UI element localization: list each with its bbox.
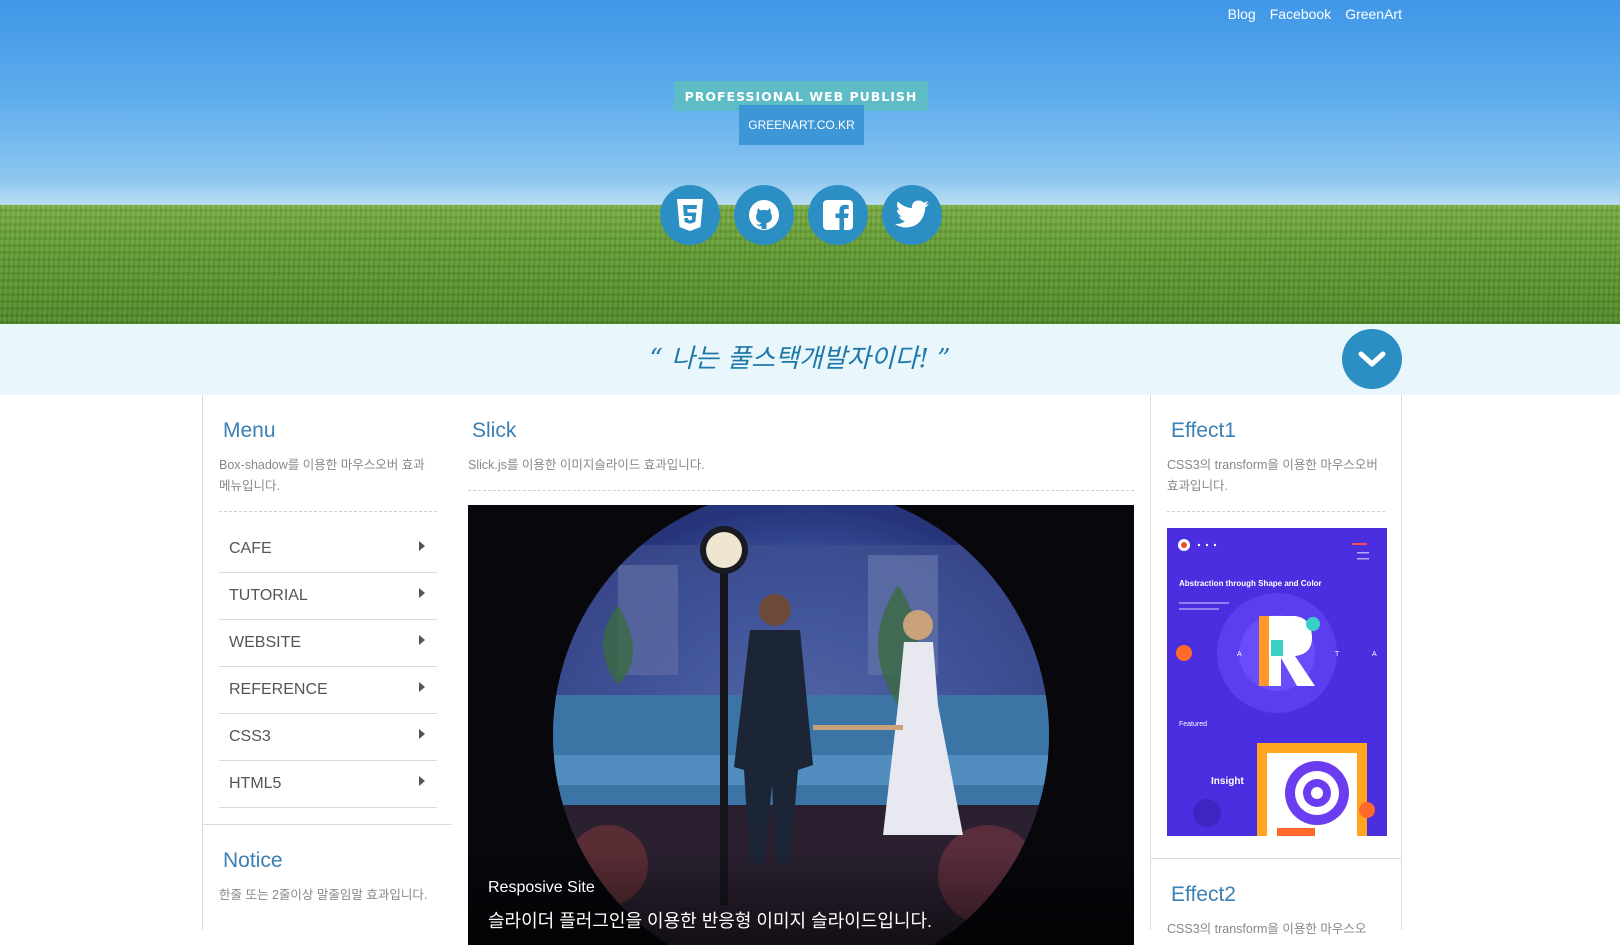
menu-item-label: TUTORIAL <box>229 587 308 604</box>
slick-title: Slick <box>472 419 517 442</box>
effect1-thumbnail[interactable]: Abstraction through Shape and Color A T … <box>1167 528 1387 836</box>
caret-right-icon <box>419 588 425 598</box>
menu-item-cafe[interactable]: CAFE <box>219 526 437 573</box>
slick-box: Slick Slick.js를 이용한 이미지슬라이드 효과입니다. <box>452 395 1150 491</box>
left-column: Menu Box-shadow를 이용한 마우스오버 효과 메뉴입니다. CAF… <box>202 395 454 930</box>
slide-caption-title: Resposive Site <box>488 879 595 896</box>
caret-right-icon <box>419 682 425 692</box>
slick-description: Slick.js를 이용한 이미지슬라이드 효과입니다. <box>468 458 705 472</box>
effect1-box: Effect1 CSS3의 transform을 이용한 마우스오버효과입니다.… <box>1151 395 1401 836</box>
menu-item-css3[interactable]: CSS3 <box>219 714 437 761</box>
effect1-title: Effect1 <box>1171 419 1236 442</box>
chevron-down-icon <box>1358 351 1386 367</box>
poster-image: Abstraction through Shape and Color A T … <box>1167 528 1387 836</box>
notice-description: 한줄 또는 2줄이상 말줄임말 효과입니다. <box>219 888 428 902</box>
menu-item-website[interactable]: WEBSITE <box>219 620 437 667</box>
menu-item-label: CAFE <box>229 540 272 557</box>
caret-right-icon <box>419 635 425 645</box>
menu-item-label: WEBSITE <box>229 634 302 651</box>
main-column: Slick Slick.js를 이용한 이미지슬라이드 효과입니다. Respo… <box>452 395 1150 945</box>
top-link-blog[interactable]: Blog <box>1228 6 1256 22</box>
poster-heading: Abstraction through Shape and Color <box>1179 579 1322 588</box>
slide-caption-text: 슬라이더 플러그인을 이용한 반응형 이미지 슬라이드입니다. <box>488 911 933 931</box>
menu-list: CAFE TUTORIAL WEBSITE REFERENCE CSS3 HTM… <box>219 526 437 808</box>
image-slider[interactable]: Resposive Site 슬라이더 플러그인을 이용한 반응형 이미지 슬라… <box>468 505 1134 945</box>
menu-item-reference[interactable]: REFERENCE <box>219 667 437 714</box>
notice-box: Notice 한줄 또는 2줄이상 말줄임말 효과입니다. <box>203 825 453 906</box>
divider <box>1167 511 1385 512</box>
menu-description: Box-shadow를 이용한 마우스오버 효과 메뉴입니다. <box>219 458 425 493</box>
menu-item-label: HTML5 <box>229 775 282 792</box>
facebook-icon[interactable] <box>808 185 868 245</box>
twitter-icon[interactable] <box>882 185 942 245</box>
header-hero: Blog Facebook GreenArt PROFESSIONAL WEB … <box>0 0 1620 324</box>
social-icons <box>660 185 942 245</box>
caret-right-icon <box>419 729 425 739</box>
poster-letter: T <box>1335 651 1340 658</box>
right-column: Effect1 CSS3의 transform을 이용한 마우스오버효과입니다.… <box>1150 395 1402 936</box>
top-links: Blog Facebook GreenArt <box>1228 6 1402 22</box>
menu-item-label: CSS3 <box>229 728 271 745</box>
menu-box: Menu Box-shadow를 이용한 마우스오버 효과 메뉴입니다. CAF… <box>203 395 453 808</box>
notice-title: Notice <box>223 849 283 872</box>
top-link-greenart[interactable]: GreenArt <box>1345 6 1402 22</box>
poster-insight: Insight <box>1211 776 1244 787</box>
site-domain-link[interactable]: GREENART.CO.KR <box>739 105 864 145</box>
caret-right-icon <box>419 541 425 551</box>
top-link-facebook[interactable]: Facebook <box>1270 6 1331 22</box>
menu-item-html5[interactable]: HTML5 <box>219 761 437 808</box>
caret-right-icon <box>419 776 425 786</box>
menu-item-label: REFERENCE <box>229 681 328 698</box>
poster-featured: Featured <box>1179 721 1207 728</box>
scroll-down-button[interactable] <box>1342 329 1402 389</box>
effect2-title: Effect2 <box>1171 883 1236 906</box>
html5-icon[interactable] <box>660 185 720 245</box>
github-icon[interactable] <box>734 185 794 245</box>
poster-letter: A <box>1372 651 1377 658</box>
divider <box>219 511 437 512</box>
menu-item-tutorial[interactable]: TUTORIAL <box>219 573 437 620</box>
effect2-box: Effect2 CSS3의 transform을 이용한 마우스오 <box>1151 859 1401 940</box>
quote-bar: “ 나는 풀스택개발자이다! ” <box>0 324 1620 395</box>
divider <box>468 490 1134 491</box>
effect1-description: CSS3의 transform을 이용한 마우스오버효과입니다. <box>1167 458 1378 493</box>
menu-title: Menu <box>223 419 276 442</box>
poster-letter: A <box>1237 651 1242 658</box>
